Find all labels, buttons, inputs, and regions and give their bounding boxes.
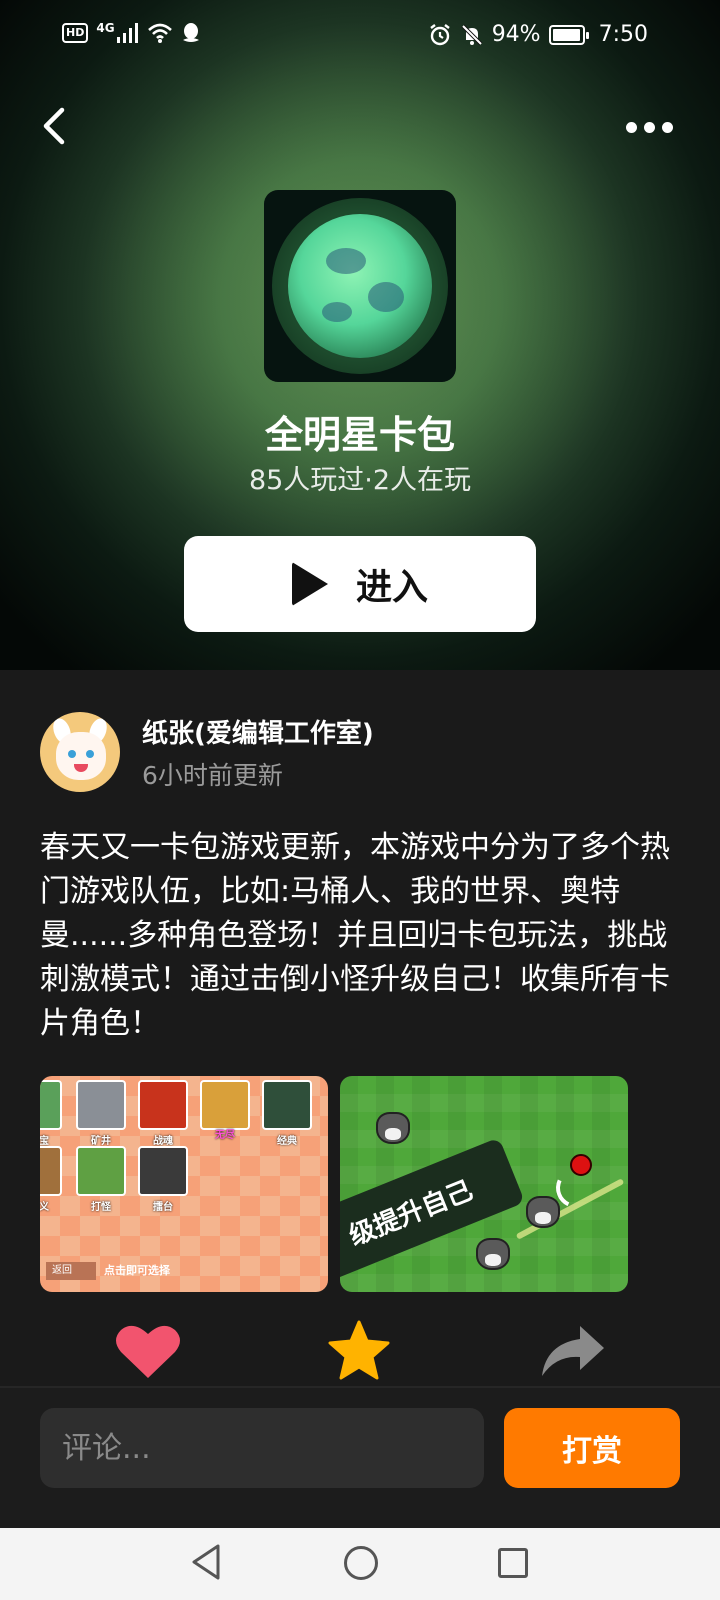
cellular-signal-icon <box>116 23 138 43</box>
game-title: 全明星卡包 <box>264 413 455 457</box>
card-label: 义 <box>40 1202 49 1213</box>
author-text: 纸张(爱编辑工作室) 6小时前更新 <box>142 713 374 792</box>
avatar[interactable] <box>40 712 120 792</box>
avatar-eye <box>86 750 94 758</box>
card <box>40 1080 62 1130</box>
planet-texture <box>326 248 366 274</box>
tap-tip: 点击即可选择 <box>104 1264 170 1277</box>
status-left: HD 4G <box>62 21 201 44</box>
enemy-dog <box>476 1238 510 1270</box>
avatar-face <box>56 732 106 780</box>
heart-icon[interactable] <box>115 1322 181 1380</box>
planet-texture <box>322 302 352 322</box>
network-label: 4G <box>96 21 115 35</box>
clock: 7:50 <box>598 22 648 47</box>
back-tag: 返回 <box>46 1262 96 1280</box>
enter-label: 进入 <box>355 567 428 608</box>
update-time: 6小时前更新 <box>142 760 283 790</box>
hd-icon: HD <box>62 23 89 43</box>
status-right: 94% 7:50 <box>428 22 648 47</box>
game-description: 春天又一卡包游戏更新，本游戏中分为了多个热门游戏队伍，比如:马桶人、我的世界、奥… <box>40 830 670 1041</box>
enter-game-button[interactable]: 进入 <box>184 536 536 632</box>
screenshot-1[interactable]: 宝 矿井 战魂 无尽 经典 义 打怪 擂台 返回 点击即可选择 <box>40 1076 328 1292</box>
wifi-icon <box>147 23 172 43</box>
game-stats: 85人玩过·2人在玩 <box>248 465 472 496</box>
dot-icon <box>626 121 637 133</box>
mute-bell-icon <box>461 24 483 45</box>
alarm-icon <box>429 23 450 45</box>
screenshot-2[interactable]: 级提升自己 <box>340 1076 628 1292</box>
card <box>138 1080 188 1130</box>
card <box>138 1146 188 1196</box>
author-name[interactable]: 纸张(爱编辑工作室) <box>142 713 374 750</box>
nav-back-icon[interactable] <box>188 1542 228 1582</box>
back-arrow-icon[interactable] <box>34 104 78 148</box>
star-icon[interactable] <box>328 1320 390 1380</box>
comment-input[interactable] <box>40 1408 484 1488</box>
planet-core <box>288 214 432 358</box>
card-label: 战魂 <box>153 1136 173 1147</box>
comment-bar: 打赏 <box>0 1388 720 1528</box>
nav-recents-icon[interactable] <box>498 1548 528 1578</box>
card <box>76 1080 126 1130</box>
game-icon <box>264 190 456 382</box>
card-label: 矿井 <box>91 1136 111 1147</box>
avatar-eye <box>68 750 76 758</box>
more-options-button[interactable] <box>626 114 676 140</box>
card-label: 擂台 <box>153 1202 173 1213</box>
author-info[interactable]: 纸张(爱编辑工作室) 6小时前更新 <box>40 712 374 792</box>
enemy-dog <box>376 1112 410 1144</box>
dot-icon <box>644 121 655 133</box>
card <box>200 1080 250 1130</box>
card <box>76 1146 126 1196</box>
share-arrow-icon[interactable] <box>540 1324 606 1378</box>
card-label: 经典 <box>277 1136 297 1147</box>
tip-button[interactable]: 打赏 <box>504 1408 680 1488</box>
card <box>40 1146 62 1196</box>
card <box>262 1080 312 1130</box>
action-bar <box>0 1316 720 1386</box>
play-icon <box>291 562 328 606</box>
battery-icon <box>548 24 589 45</box>
planet-texture <box>368 282 404 312</box>
battery-percent: 94% <box>491 22 541 47</box>
enemy-dog <box>526 1196 560 1228</box>
banner-text: 级提升自己 <box>345 1175 477 1252</box>
nav-home-icon[interactable] <box>344 1546 378 1580</box>
qq-notification-icon <box>182 23 199 42</box>
dot-icon <box>662 121 673 133</box>
card-label: 宝 <box>40 1136 49 1147</box>
screenshot-gallery: 宝 矿井 战魂 无尽 经典 义 打怪 擂台 返回 点击即可选择 级提升自己 <box>40 1076 628 1292</box>
card-label: 无尽 <box>215 1130 235 1141</box>
status-bar: HD 4G 94% 7:50 <box>0 0 720 72</box>
card-label: 打怪 <box>91 1202 111 1213</box>
system-nav-bar <box>0 1528 720 1600</box>
